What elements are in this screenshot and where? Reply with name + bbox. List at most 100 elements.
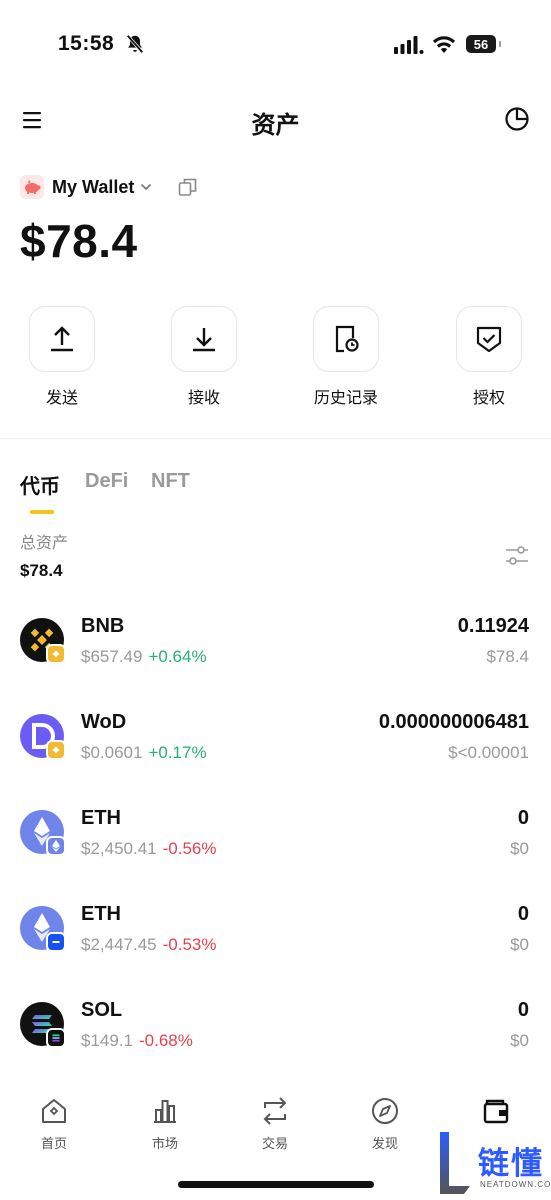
history-icon — [335, 325, 359, 353]
filter-sliders-icon[interactable] — [505, 545, 529, 567]
download-icon — [193, 328, 215, 352]
token-change: -0.68% — [139, 1031, 193, 1050]
token-change: -0.56% — [162, 839, 217, 858]
home-indicator — [178, 1181, 374, 1188]
token-row-sol[interactable]: SOL $149.1 -0.68% 0 $0 — [0, 996, 551, 1076]
tab-tokens[interactable]: 代币 — [20, 470, 60, 499]
authorize-label: 授权 — [472, 390, 505, 407]
token-amount: 0.000000006481 — [378, 711, 529, 733]
shield-check-icon — [476, 326, 502, 353]
token-price: $2,447.45 — [81, 935, 157, 954]
token-row-wod[interactable]: WoD $0.0601 +0.17% 0.000000006481 $<0.000… — [0, 708, 551, 788]
nav-discover-label: 发现 — [371, 1136, 398, 1151]
token-symbol: ETH — [81, 903, 121, 925]
battery-indicator: 56 — [466, 35, 501, 53]
page-title: 资产 — [251, 112, 300, 139]
token-symbol: ETH — [81, 807, 121, 829]
token-price-line: $149.1 -0.68% — [81, 1031, 193, 1051]
token-value: $0 — [510, 839, 529, 858]
pie-chart-icon[interactable] — [504, 106, 530, 132]
nav-home-label: 首页 — [40, 1136, 67, 1151]
send-label: 发送 — [45, 390, 78, 407]
tab-nft[interactable]: NFT — [151, 470, 190, 493]
nav-market-label: 市场 — [151, 1136, 178, 1151]
copy-icon[interactable] — [178, 177, 198, 197]
watermark-logo-icon — [440, 1132, 470, 1194]
nav-trade[interactable]: 交易 — [225, 1085, 325, 1152]
history-label: 历史记录 — [313, 390, 378, 407]
token-value: $78.4 — [486, 647, 529, 666]
section-divider — [0, 438, 551, 439]
home-icon — [42, 1099, 66, 1123]
token-price: $149.1 — [81, 1031, 133, 1050]
compass-icon — [372, 1098, 398, 1124]
token-price: $2,450.41 — [81, 839, 157, 858]
receive-button[interactable]: 接收 — [149, 306, 259, 408]
wallet-selector[interactable]: My Wallet — [20, 172, 198, 202]
token-row-bnb[interactable]: BNB $657.49 +0.64% 0.11924 $78.4 — [0, 612, 551, 692]
token-value: $<0.00001 — [448, 743, 529, 762]
upload-icon — [51, 326, 73, 352]
nav-home[interactable]: 首页 — [4, 1085, 104, 1152]
tab-defi[interactable]: DeFi — [85, 470, 128, 493]
token-price-line: $2,450.41 -0.56% — [81, 839, 217, 859]
status-time: 15:58 — [58, 32, 115, 55]
piggy-bank-icon — [20, 175, 44, 199]
token-value: $0 — [510, 1031, 529, 1050]
token-price: $0.0601 — [81, 743, 143, 762]
token-amount: 0.11924 — [457, 615, 529, 637]
history-icon-box — [313, 306, 379, 372]
send-button[interactable]: 发送 — [7, 306, 117, 408]
wallet-name: My Wallet — [52, 176, 135, 197]
token-change: +0.17% — [148, 743, 207, 762]
tab-active-indicator — [30, 510, 54, 514]
token-symbol: SOL — [81, 999, 123, 1021]
token-symbol: WoD — [81, 711, 127, 733]
app-header: 资产 — [0, 95, 551, 145]
battery-level: 56 — [473, 36, 489, 52]
token-value: $0 — [510, 935, 529, 954]
send-icon-box — [29, 306, 95, 372]
watermark: 链懂 NEATDOWN.COM — [436, 1130, 551, 1200]
bar-chart-icon — [154, 1100, 176, 1123]
history-button[interactable]: 历史记录 — [291, 306, 401, 408]
receive-label: 接收 — [187, 390, 220, 407]
eth-chain-badge-icon — [46, 836, 66, 856]
watermark-text: 链懂 — [478, 1146, 544, 1181]
chevron-down-icon — [141, 183, 152, 191]
base-chain-badge-icon — [46, 932, 66, 952]
wifi-icon — [433, 36, 455, 53]
bsc-chain-badge-icon — [46, 644, 66, 664]
total-balance: $78.4 — [20, 215, 138, 267]
token-price-line: $657.49 +0.64% — [81, 647, 207, 667]
wallet-icon — [483, 1099, 509, 1124]
status-bar: 15:58 56 — [0, 0, 551, 90]
solana-chain-badge-icon — [46, 1028, 66, 1048]
token-row-eth-base[interactable]: ETH $2,447.45 -0.53% 0 $0 — [0, 900, 551, 980]
bsc-chain-badge-icon — [46, 740, 66, 760]
token-amount: 0 — [517, 903, 529, 925]
nav-trade-label: 交易 — [261, 1136, 288, 1151]
nav-discover[interactable]: 发现 — [335, 1085, 435, 1152]
signal-icon — [394, 36, 424, 54]
action-row: 发送 接收 历史记录 授权 — [0, 306, 551, 416]
token-amount: 0 — [517, 807, 529, 829]
watermark-subtext: NEATDOWN.COM — [480, 1180, 551, 1189]
token-price: $657.49 — [81, 647, 143, 666]
token-row-eth[interactable]: ETH $2,450.41 -0.56% 0 $0 — [0, 804, 551, 884]
token-amount: 0 — [517, 999, 529, 1021]
authorize-button[interactable]: 授权 — [434, 306, 544, 408]
swap-icon — [263, 1097, 287, 1125]
bell-muted-icon — [126, 34, 144, 54]
authorize-icon-box — [456, 306, 522, 372]
total-assets-value: $78.4 — [20, 561, 63, 580]
receive-icon-box — [171, 306, 237, 372]
token-change: -0.53% — [162, 935, 217, 954]
token-price-line: $2,447.45 -0.53% — [81, 935, 217, 955]
nav-wallet[interactable] — [446, 1085, 546, 1127]
token-change: +0.64% — [148, 647, 207, 666]
token-symbol: BNB — [81, 615, 125, 637]
total-assets-label: 总资产 — [20, 535, 69, 552]
nav-market[interactable]: 市场 — [115, 1085, 215, 1152]
token-price-line: $0.0601 +0.17% — [81, 743, 207, 763]
